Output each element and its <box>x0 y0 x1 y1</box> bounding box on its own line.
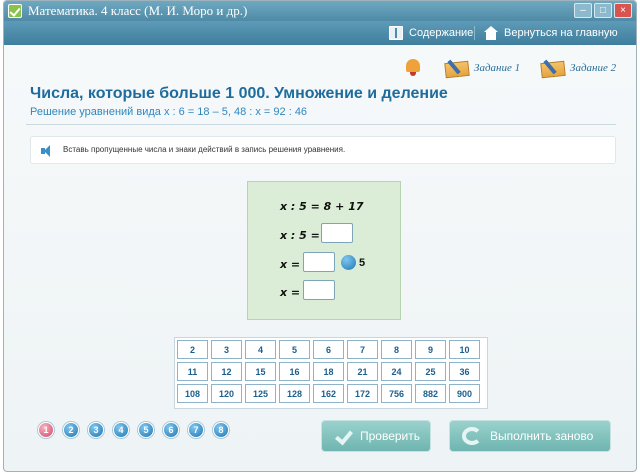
home-link[interactable]: Вернуться на главную <box>484 21 618 45</box>
minimize-icon[interactable]: – <box>574 3 592 18</box>
number-tile[interactable]: 25 <box>415 362 446 381</box>
number-tile[interactable]: 4 <box>245 340 276 359</box>
task-1-label: Задание 1 <box>474 62 521 74</box>
number-tile[interactable]: 162 <box>313 384 344 403</box>
page-navigator: 1 2 3 4 5 6 7 8 <box>38 422 229 438</box>
app-check-icon <box>8 4 22 18</box>
number-tile[interactable]: 10 <box>449 340 480 359</box>
answer-slot-3[interactable] <box>303 280 335 300</box>
page-button-8[interactable]: 8 <box>213 422 229 438</box>
equation-line-4: x = <box>280 286 301 299</box>
page-button-3[interactable]: 3 <box>88 422 104 438</box>
page-button-2[interactable]: 2 <box>63 422 79 438</box>
title-bar: Математика. 4 класс (М. И. Моро и др.) –… <box>4 1 636 21</box>
number-tile[interactable]: 128 <box>279 384 310 403</box>
equation-line-3: x = <box>280 258 301 271</box>
number-tile[interactable]: 12 <box>211 362 242 381</box>
page-button-1[interactable]: 1 <box>38 422 54 438</box>
number-tile[interactable]: 120 <box>211 384 242 403</box>
task-2-label: Задание 2 <box>570 62 617 74</box>
book-icon <box>389 26 403 40</box>
contents-label: Содержание <box>409 27 474 39</box>
number-tile[interactable]: 900 <box>449 384 480 403</box>
home-icon <box>484 26 498 40</box>
number-tile[interactable]: 125 <box>245 384 276 403</box>
redo-icon <box>462 427 482 445</box>
number-bank: 2 3 4 5 6 7 8 9 10 11 12 15 16 18 21 24 … <box>174 337 488 409</box>
close-icon[interactable]: × <box>614 3 632 18</box>
answer-slot-2[interactable] <box>303 252 335 272</box>
equation-line-3-tail: 5 <box>359 257 366 269</box>
contents-link[interactable]: Содержание <box>389 21 473 45</box>
lesson-title: Числа, которые больше 1 000. Умножение и… <box>30 85 448 102</box>
number-tile[interactable]: 7 <box>347 340 378 359</box>
lesson-subtitle: Решение уравнений вида x : 6 = 18 – 5, 4… <box>30 106 308 118</box>
equation-work-area: x : 5 = 8 + 17 x : 5 = x = 5 x = <box>247 181 401 320</box>
operation-slot[interactable] <box>341 255 356 270</box>
window-controls: – □ × <box>574 3 632 18</box>
pencil-notebook-icon <box>444 59 470 77</box>
home-label: Вернуться на главную <box>504 27 618 39</box>
number-tile[interactable]: 3 <box>211 340 242 359</box>
equation-line-2: x : 5 = <box>280 229 320 242</box>
bell-icon[interactable] <box>404 57 422 77</box>
maximize-icon[interactable]: □ <box>594 3 612 18</box>
pencil-notebook-icon <box>540 59 566 77</box>
page-button-6[interactable]: 6 <box>163 422 179 438</box>
checkmark-icon <box>334 429 352 443</box>
number-tile[interactable]: 15 <box>245 362 276 381</box>
instruction-panel: Вставь пропущенные числа и знаки действи… <box>30 136 616 164</box>
app-window: Математика. 4 класс (М. И. Моро и др.) –… <box>3 0 637 472</box>
number-tile[interactable]: 756 <box>381 384 412 403</box>
number-tile[interactable]: 5 <box>279 340 310 359</box>
answer-slot-1[interactable] <box>321 223 353 243</box>
check-button[interactable]: Проверить <box>321 420 431 452</box>
nav-bar: Содержание Вернуться на главную <box>4 21 636 45</box>
number-tile[interactable]: 9 <box>415 340 446 359</box>
page-button-7[interactable]: 7 <box>188 422 204 438</box>
number-tile[interactable]: 882 <box>415 384 446 403</box>
number-tile[interactable]: 11 <box>177 362 208 381</box>
number-tile[interactable]: 172 <box>347 384 378 403</box>
window-title: Математика. 4 класс (М. И. Моро и др.) <box>28 3 248 18</box>
number-tile[interactable]: 18 <box>313 362 344 381</box>
number-tile[interactable]: 24 <box>381 362 412 381</box>
number-tile[interactable]: 2 <box>177 340 208 359</box>
number-tile[interactable]: 21 <box>347 362 378 381</box>
redo-label: Выполнить заново <box>490 429 594 443</box>
instruction-text: Вставь пропущенные числа и знаки действи… <box>63 145 346 154</box>
number-tile[interactable]: 108 <box>177 384 208 403</box>
page-button-4[interactable]: 4 <box>113 422 129 438</box>
speaker-icon[interactable] <box>41 145 55 157</box>
nav-divider <box>474 26 475 40</box>
divider <box>26 124 616 125</box>
page-button-5[interactable]: 5 <box>138 422 154 438</box>
check-label: Проверить <box>360 429 421 443</box>
equation-line-1: x : 5 = 8 + 17 <box>280 200 364 213</box>
number-tile[interactable]: 6 <box>313 340 344 359</box>
number-tile[interactable]: 36 <box>449 362 480 381</box>
number-tile[interactable]: 16 <box>279 362 310 381</box>
task-1-link[interactable]: Задание 1 <box>444 57 520 79</box>
redo-button[interactable]: Выполнить заново <box>449 420 611 452</box>
number-tile[interactable]: 8 <box>381 340 412 359</box>
task-2-link[interactable]: Задание 2 <box>540 57 616 79</box>
